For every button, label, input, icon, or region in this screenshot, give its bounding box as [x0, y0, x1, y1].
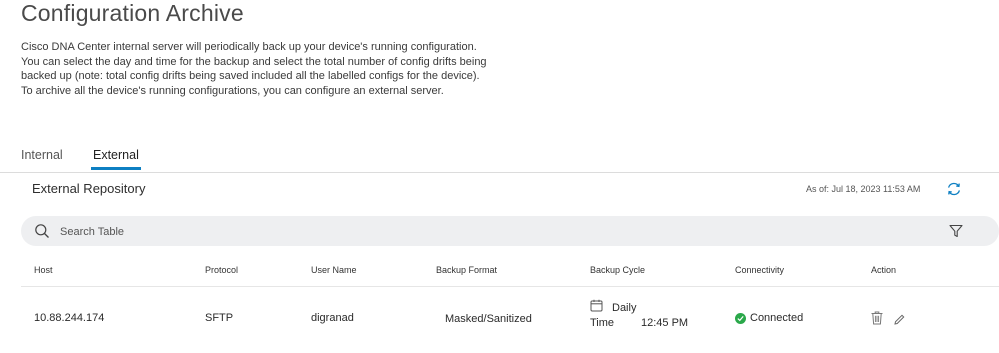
column-header-backup-format[interactable]: Backup Format: [436, 265, 497, 275]
table-header-divider: [21, 286, 999, 287]
filter-icon[interactable]: [949, 224, 963, 238]
cell-backup-time-label: Time: [590, 317, 615, 329]
check-circle-icon: [735, 313, 746, 324]
column-header-connectivity[interactable]: Connectivity: [735, 265, 784, 275]
column-header-protocol[interactable]: Protocol: [205, 265, 238, 275]
search-icon: [34, 223, 50, 239]
configuration-archive-page: Configuration Archive Cisco DNA Center i…: [0, 0, 999, 353]
page-description: Cisco DNA Center internal server will pe…: [21, 41, 487, 97]
column-header-user-name[interactable]: User Name: [311, 265, 357, 275]
page-title: Configuration Archive: [21, 0, 244, 26]
column-header-action: Action: [871, 265, 897, 275]
cell-connectivity-status: Connected: [750, 312, 804, 324]
delete-icon[interactable]: [871, 311, 883, 325]
cell-backup-cycle: Daily: [612, 302, 637, 314]
cell-host: 10.88.244.174: [34, 312, 105, 324]
section-title: External Repository: [32, 181, 146, 196]
search-bar: [21, 216, 999, 246]
cell-backup-time: 12:45 PM: [641, 317, 689, 329]
column-header-backup-cycle[interactable]: Backup Cycle: [590, 265, 645, 275]
tab-bar: Internal External: [0, 145, 999, 173]
column-header-host[interactable]: Host: [34, 265, 53, 275]
cell-user-name: digranad: [311, 312, 354, 324]
tab-internal[interactable]: Internal: [21, 148, 63, 170]
search-input[interactable]: [58, 222, 922, 242]
last-updated-timestamp: As of: Jul 18, 2023 11:53 AM: [806, 184, 921, 194]
tab-external[interactable]: External: [91, 148, 141, 170]
calendar-icon: [590, 299, 603, 312]
refresh-icon[interactable]: [946, 181, 962, 197]
cell-protocol: SFTP: [205, 312, 234, 324]
edit-icon[interactable]: [894, 312, 905, 325]
cell-backup-format: Masked/Sanitized: [445, 313, 532, 325]
